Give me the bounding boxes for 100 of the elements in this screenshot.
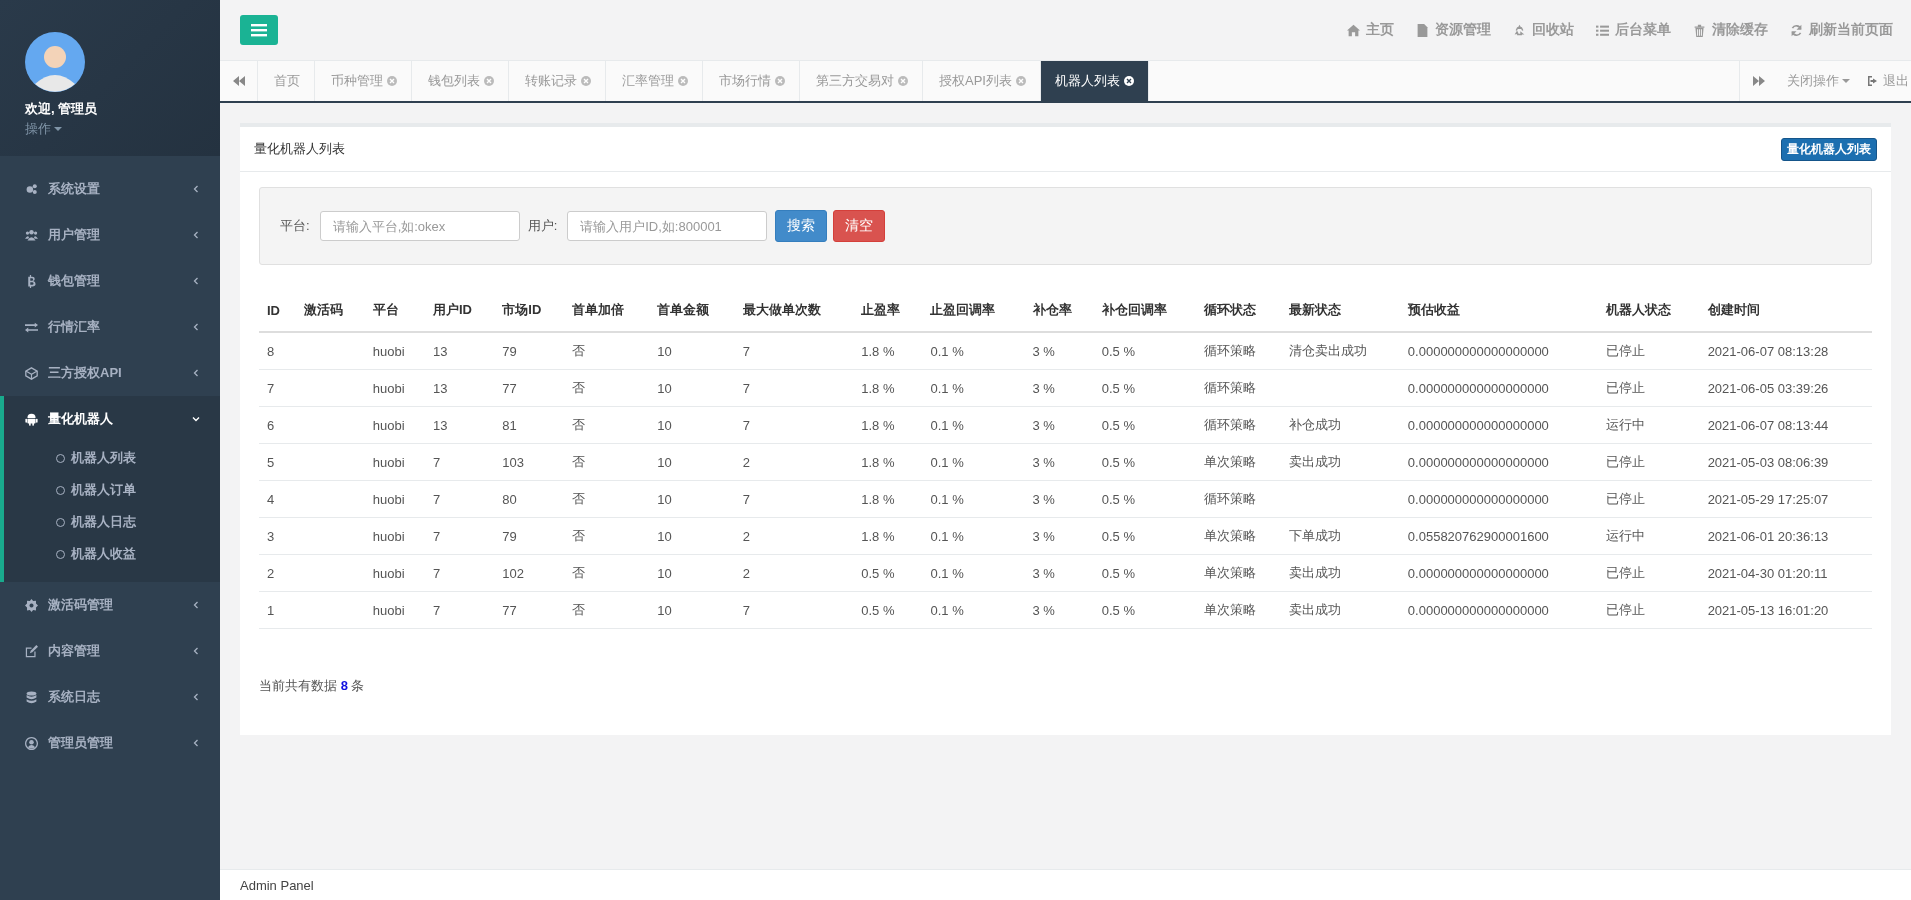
refresh-icon	[1790, 23, 1803, 37]
table-cell: 13	[425, 406, 495, 444]
gear-icon	[25, 598, 38, 612]
submenu-item[interactable]: 机器人列表	[4, 442, 140, 474]
table-cell: huobi	[364, 517, 425, 555]
table-cell: 81	[494, 406, 564, 444]
table-cell: 3 %	[1024, 554, 1094, 592]
table-cell: 3	[259, 517, 296, 555]
field-label: 平台:	[280, 217, 310, 235]
sidebar-item[interactable]: 内容管理	[0, 628, 220, 674]
table-cell: 2	[734, 443, 854, 481]
submenu-item[interactable]: 机器人日志	[4, 506, 140, 538]
table-cell: 清仓卖出成功	[1281, 332, 1400, 370]
table-cell: 10	[649, 406, 735, 444]
nav-link[interactable]: 刷新当前页面	[1790, 21, 1893, 39]
table-cell: 2021-06-05 03:39:26	[1699, 369, 1872, 407]
table-cell: 7	[734, 369, 854, 407]
sidebar-item[interactable]: 系统日志	[0, 674, 220, 720]
table-cell: 下单成功	[1281, 517, 1400, 555]
sidebar-item[interactable]: 激活码管理	[0, 582, 220, 628]
tab[interactable]: 授权API列表	[923, 61, 1041, 101]
table-cell: 0.5 %	[1093, 591, 1196, 629]
table-cell: 单次策略	[1195, 591, 1282, 629]
nav-link[interactable]: 主页	[1347, 21, 1394, 39]
table-cell: 卖出成功	[1281, 591, 1400, 629]
panel-title: 量化机器人列表	[254, 140, 345, 158]
table-cell: 3 %	[1024, 406, 1094, 444]
tab[interactable]: 首页	[258, 61, 315, 101]
table-cell: 循环策略	[1195, 406, 1282, 444]
nav-link[interactable]: 资源管理	[1416, 21, 1491, 39]
close-icon[interactable]	[1123, 76, 1134, 86]
tab[interactable]: 机器人列表	[1040, 61, 1149, 101]
users-icon	[25, 228, 38, 242]
column-header: 补仓回调率	[1093, 289, 1196, 332]
column-header: 最新状态	[1281, 289, 1400, 332]
panel-badge: 量化机器人列表	[1781, 137, 1877, 161]
trash-icon	[1693, 23, 1706, 37]
double-right-arrow-icon	[1752, 76, 1765, 86]
recycle-icon	[1513, 23, 1526, 37]
nav-link[interactable]: 清除缓存	[1693, 21, 1768, 39]
table-cell: 2021-06-07 08:13:28	[1699, 332, 1872, 370]
input-field[interactable]: 请输入平台,如:okex	[319, 211, 520, 241]
submenu-item[interactable]: 机器人收益	[4, 538, 140, 570]
input-field[interactable]: 请输入用户ID,如:800001	[567, 211, 768, 241]
sidebar-item[interactable]: 三方授权API	[0, 350, 220, 396]
menu-button[interactable]	[240, 15, 278, 45]
sidebar-item[interactable]: 量化机器人	[4, 396, 220, 442]
table-cell: 102	[494, 554, 564, 592]
tab[interactable]: 钱包列表	[412, 61, 509, 101]
table-cell: 1.8 %	[853, 406, 923, 444]
table-cell: 已停止	[1597, 591, 1700, 629]
table-cell: 3 %	[1024, 517, 1094, 555]
clear-button[interactable]: 清空	[833, 210, 886, 242]
column-header: 激活码	[295, 289, 365, 332]
submenu-item[interactable]: 机器人订单	[4, 474, 140, 506]
table-cell: 0.1 %	[922, 480, 1025, 518]
table-cell: 已停止	[1597, 443, 1700, 481]
table-cell: 补仓成功	[1281, 406, 1400, 444]
sidebar-item[interactable]: 系统设置	[0, 166, 220, 212]
table-cell: 0.1 %	[922, 406, 1025, 444]
table-cell: 80	[494, 480, 564, 518]
file-icon	[1416, 23, 1429, 37]
tab[interactable]: 市场行情	[703, 61, 800, 101]
column-header: 预估收益	[1399, 289, 1598, 332]
table-cell: 2	[259, 554, 296, 592]
table-cell: 0.000000000000000000	[1399, 406, 1598, 444]
table-cell: 0.5 %	[1093, 554, 1196, 592]
sidebar-item[interactable]: 用户管理	[0, 212, 220, 258]
table-cell: 0.000000000000000000	[1399, 480, 1598, 518]
sidebar-item[interactable]: 钱包管理	[0, 258, 220, 304]
table-cell: 2021-06-07 08:13:44	[1699, 406, 1872, 444]
table-cell: 运行中	[1597, 406, 1700, 444]
table-cell: 3 %	[1024, 369, 1094, 407]
table-cell: 2021-04-30 01:20:11	[1699, 554, 1872, 592]
footer-text: Admin Panel	[240, 877, 314, 893]
tab[interactable]: 第三方交易对	[800, 61, 923, 101]
nav-link[interactable]: 回收站	[1513, 21, 1574, 39]
table-cell: 7	[425, 554, 495, 592]
tab[interactable]: 转账记录	[509, 61, 606, 101]
nav-link[interactable]: 后台菜单	[1596, 21, 1671, 39]
sidebar-item[interactable]: 行情汇率	[0, 304, 220, 350]
table-cell: huobi	[364, 591, 425, 629]
table-cell: 10	[649, 554, 735, 592]
column-header: 市场ID	[494, 289, 564, 332]
search-button[interactable]: 搜索	[775, 210, 828, 242]
table-cell: 7	[425, 443, 495, 481]
tab[interactable]: 汇率管理	[606, 61, 703, 101]
table-cell: 7	[734, 591, 854, 629]
profile-menu[interactable]: 操作	[25, 120, 62, 138]
sidebar-item[interactable]: 管理员管理	[0, 720, 220, 766]
table-cell: 4	[259, 480, 296, 518]
table-cell: 1.8 %	[853, 443, 923, 481]
table-cell: huobi	[364, 480, 425, 518]
table-cell: 已停止	[1597, 369, 1700, 407]
table-cell: 0.5 %	[1093, 480, 1196, 518]
column-header: 首单加倍	[563, 289, 650, 332]
table-cell: 2	[734, 554, 854, 592]
tab[interactable]: 币种管理	[315, 61, 412, 101]
table-cell: 0.1 %	[922, 332, 1025, 370]
table-cell: 77	[494, 369, 564, 407]
